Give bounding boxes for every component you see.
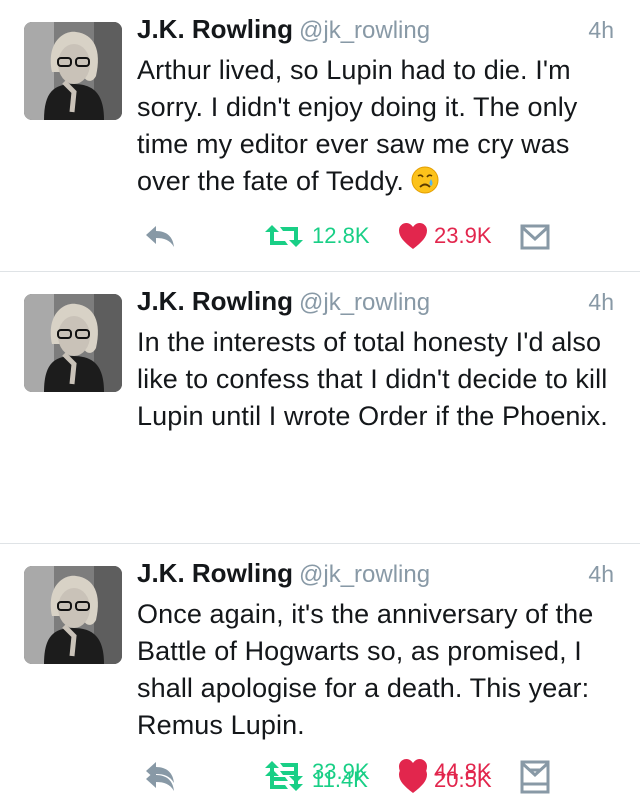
tweet-text: Once again, it's the anniversary of the … (137, 599, 594, 740)
avatar[interactable] (24, 566, 122, 664)
tweet-actions: 12.8K 23.9K (0, 216, 640, 256)
reply-icon[interactable] (142, 222, 176, 250)
tweet-actions: 33.9K 44.8K (0, 752, 640, 792)
author-name[interactable]: J.K. Rowling @jk_rowling (137, 286, 430, 317)
reply-icon[interactable] (142, 758, 176, 786)
display-name[interactable]: J.K. Rowling (137, 286, 293, 316)
avatar[interactable] (24, 22, 122, 120)
tweet-text-body: Arthur lived, so Lupin had to die. I'm s… (137, 55, 578, 196)
retweet-count[interactable]: 33.9K (312, 759, 370, 785)
tweet[interactable]: J.K. Rowling @jk_rowling 4h Once again, i… (0, 544, 640, 805)
timestamp: 4h (588, 561, 614, 587)
timestamp: 4h (588, 289, 614, 315)
tweet[interactable]: J.K. Rowling @jk_rowling 4h Arthur lived,… (0, 0, 640, 272)
display-name[interactable]: J.K. Rowling (137, 558, 293, 588)
retweet-icon[interactable] (263, 224, 305, 248)
like-count[interactable]: 44.8K (434, 759, 492, 785)
direct-message-icon[interactable] (520, 224, 550, 250)
heart-icon[interactable] (398, 758, 428, 786)
author-name[interactable]: J.K. Rowling @jk_rowling (137, 14, 430, 45)
timestamp: 4h (588, 17, 614, 43)
heart-icon[interactable] (398, 222, 428, 250)
user-handle[interactable]: @jk_rowling (299, 561, 430, 588)
author-name[interactable]: J.K. Rowling @jk_rowling (137, 558, 430, 589)
retweet-icon[interactable] (263, 760, 305, 784)
user-handle[interactable]: @jk_rowling (299, 289, 430, 316)
like-count[interactable]: 23.9K (434, 223, 492, 249)
tweet-text: Arthur lived, so Lupin had to die. I'm s… (137, 52, 617, 200)
tweet[interactable]: J.K. Rowling @jk_rowling 4h In the intere… (0, 272, 640, 794)
user-handle[interactable]: @jk_rowling (299, 17, 430, 44)
avatar[interactable] (24, 294, 122, 392)
crying-face-icon (411, 166, 439, 194)
display-name[interactable]: J.K. Rowling (137, 14, 293, 44)
direct-message-icon[interactable] (520, 760, 550, 786)
retweet-count[interactable]: 12.8K (312, 223, 370, 249)
tweet-text: In the interests of total honesty I'd al… (137, 327, 608, 431)
